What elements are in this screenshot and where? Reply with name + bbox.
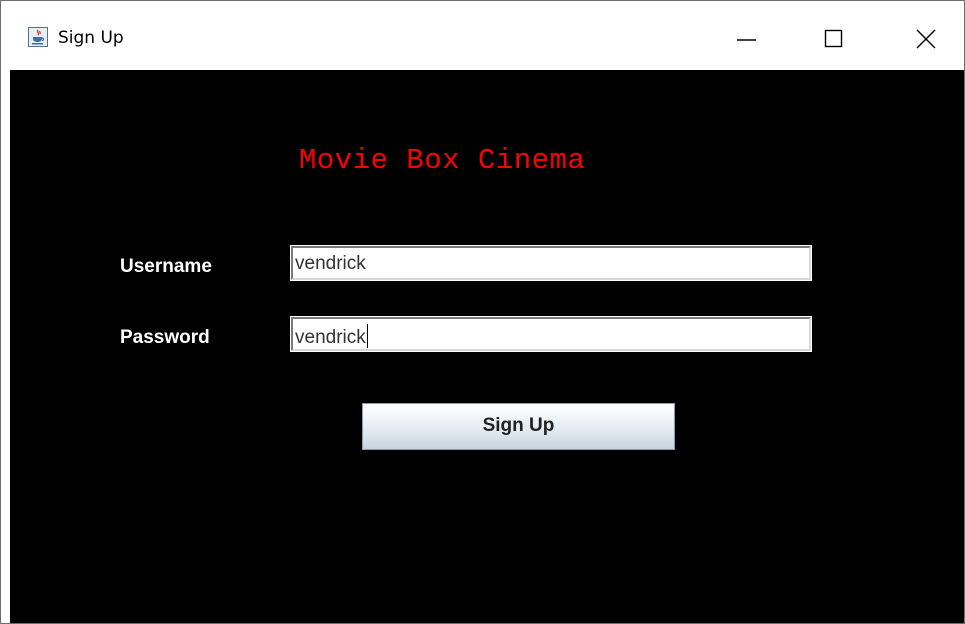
sign-up-panel: Movie Box Cinema Username vendrick Passw… <box>10 70 964 623</box>
username-value: vendrick <box>295 253 366 274</box>
window-title: Sign Up <box>58 28 124 48</box>
password-label: Password <box>120 327 210 348</box>
maximize-button[interactable] <box>811 11 857 57</box>
close-button[interactable] <box>901 11 947 57</box>
password-value-wrap: vendrick <box>295 324 368 349</box>
sign-up-button[interactable]: Sign Up <box>362 403 675 450</box>
java-coffee-cup-icon <box>28 27 48 47</box>
title-bar[interactable]: Sign Up <box>1 1 964 69</box>
password-field[interactable]: vendrick <box>290 316 812 352</box>
sign-up-window: Sign Up Movie Box Cinema Username vendri… <box>0 0 965 624</box>
password-value: vendrick <box>295 327 366 348</box>
username-label: Username <box>120 256 212 277</box>
username-field[interactable]: vendrick <box>290 245 812 281</box>
cinema-heading: Movie Box Cinema <box>299 144 586 177</box>
minimize-button[interactable] <box>721 11 767 57</box>
close-icon <box>916 29 936 49</box>
sign-up-button-label: Sign Up <box>482 415 555 436</box>
maximize-icon <box>824 29 843 48</box>
text-cursor <box>366 324 368 348</box>
minimize-icon <box>737 39 756 41</box>
